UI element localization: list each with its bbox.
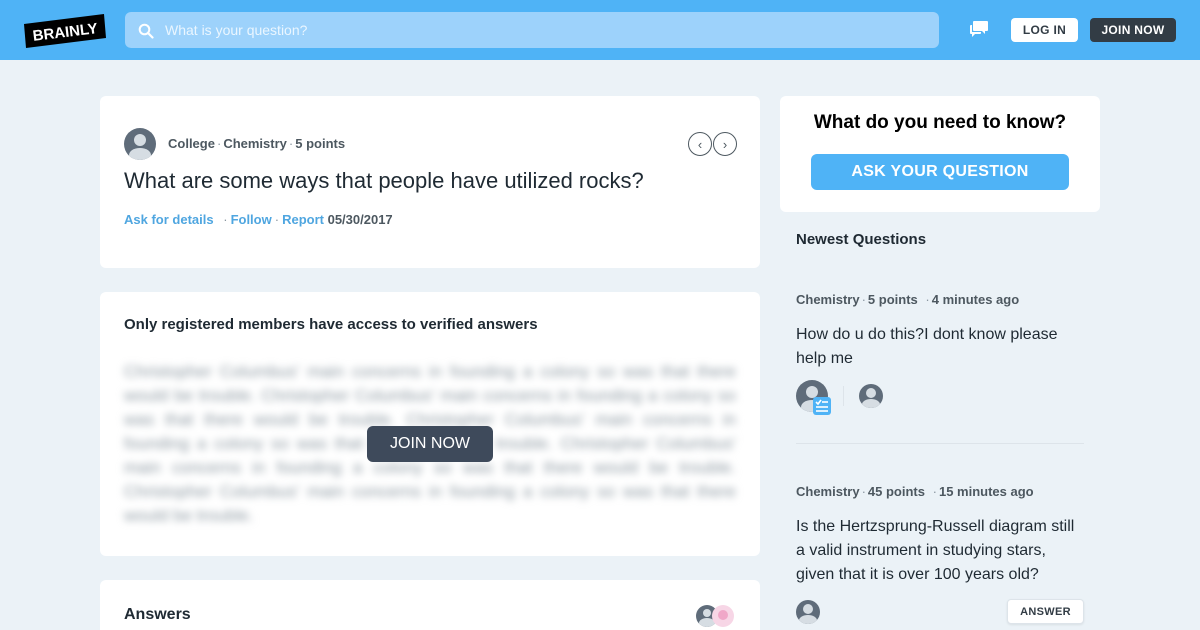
ask-for-details-link[interactable]: Ask for details: [124, 212, 214, 227]
newest-question-points: 5 points: [867, 292, 918, 307]
question-divider: [796, 443, 1084, 444]
join-now-button[interactable]: JOIN NOW: [1090, 18, 1176, 42]
ask-your-question-button[interactable]: ASK YOUR QUESTION: [811, 154, 1069, 190]
answerer-avatar-2[interactable]: [712, 605, 734, 627]
question-meta: College · Chemistry · 5 points: [168, 136, 346, 151]
newest-question-item[interactable]: Chemistry · 45 points · 15 minutes ago Is t…: [796, 484, 1084, 587]
answers-title: Answers: [124, 606, 191, 623]
newest-question-answerer-avatar[interactable]: [859, 384, 883, 408]
locked-answer-title: Only registered members have access to v…: [124, 316, 538, 333]
newest-question-avatar[interactable]: [796, 600, 820, 624]
newest-question-text[interactable]: How do u do this?I dont know please help…: [796, 323, 1084, 371]
question-actions: Ask for details · Follow · Report 05/30/201…: [124, 212, 393, 227]
newest-question-item[interactable]: Chemistry · 5 points · 4 minutes ago How do…: [796, 292, 1084, 371]
brainly-logo[interactable]: BRAINLY: [24, 14, 106, 48]
login-button[interactable]: LOG IN: [1011, 18, 1078, 42]
ask-question-card: What do you need to know? ASK YOUR QUEST…: [780, 96, 1100, 212]
avatar-separator: [843, 386, 844, 406]
answer-button[interactable]: ANSWER: [1007, 599, 1084, 624]
locked-answer-card: Only registered members have access to v…: [100, 292, 760, 556]
top-bar: BRAINLY LOG IN JOIN NOW: [0, 0, 1200, 60]
chevron-right-icon[interactable]: ›: [713, 132, 737, 156]
question-subject[interactable]: Chemistry: [223, 136, 287, 151]
question-points: 5 points: [295, 136, 346, 151]
search-icon: [138, 23, 154, 39]
join-now-unlock-button[interactable]: JOIN NOW: [367, 426, 493, 462]
newest-question-meta: Chemistry · 5 points · 4 minutes ago: [796, 292, 1020, 307]
newest-question-text[interactable]: Is the Hertzsprung-Russell diagram still…: [796, 515, 1084, 587]
messages-icon[interactable]: [969, 20, 989, 38]
question-card: College · Chemistry · 5 points ‹ › What are …: [100, 96, 760, 268]
newest-questions-heading: Newest Questions: [796, 231, 927, 248]
question-level[interactable]: College: [168, 136, 215, 151]
answers-card: Answers: [100, 580, 760, 630]
newest-question-time: 4 minutes ago: [931, 292, 1020, 307]
verified-answer-icon: [813, 397, 831, 415]
newest-question-points: 45 points: [867, 484, 925, 499]
question-date: 05/30/2017: [327, 212, 393, 227]
newest-question-subject[interactable]: Chemistry: [796, 292, 860, 307]
asker-avatar[interactable]: [124, 128, 156, 160]
question-navigation: ‹ ›: [688, 132, 737, 156]
newest-question-meta: Chemistry · 45 points · 15 minutes ago: [796, 484, 1034, 499]
question-title: What are some ways that people have util…: [124, 168, 644, 193]
newest-question-subject[interactable]: Chemistry: [796, 484, 860, 499]
search-input[interactable]: [165, 12, 925, 48]
ask-question-heading: What do you need to know?: [813, 112, 1067, 133]
follow-link[interactable]: Follow: [231, 212, 272, 227]
report-link[interactable]: Report: [282, 212, 324, 227]
chevron-left-icon[interactable]: ‹: [688, 132, 712, 156]
search-bar[interactable]: [125, 12, 939, 48]
newest-question-time: 15 minutes ago: [938, 484, 1034, 499]
